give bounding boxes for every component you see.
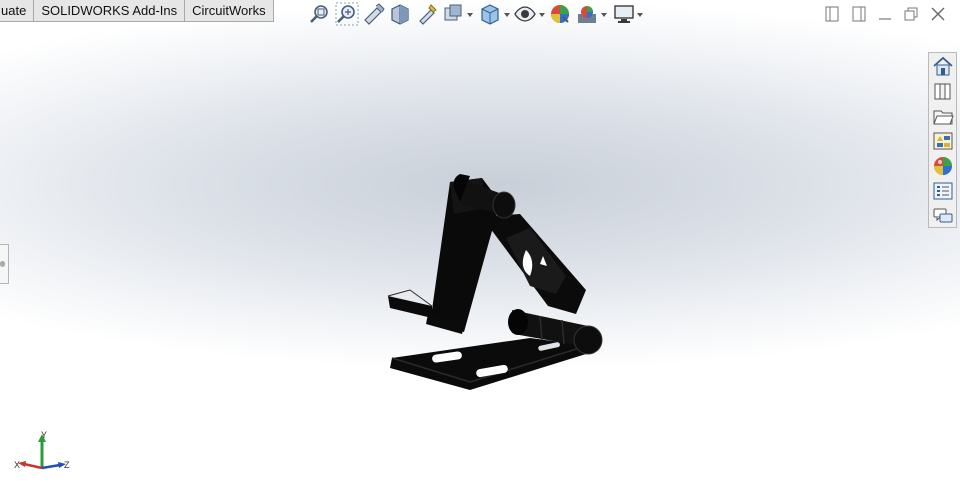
task-pane <box>928 52 957 228</box>
apply-scene-dropdown-icon[interactable] <box>600 11 608 19</box>
solidworks-resources-icon[interactable] <box>931 55 955 77</box>
view-orientation-icon[interactable] <box>441 2 465 28</box>
display-style-dropdown-icon[interactable] <box>503 11 511 19</box>
zoom-to-fit-icon[interactable] <box>308 2 332 28</box>
custom-properties-icon[interactable] <box>931 180 955 202</box>
triad-x-label: X <box>14 460 21 470</box>
feature-manager-collapse-handle[interactable] <box>0 244 9 284</box>
command-manager-tabs: uate SOLIDWORKS Add-Ins CircuitWorks <box>0 0 274 23</box>
view-settings-dropdown-icon[interactable] <box>636 11 644 19</box>
graphics-area[interactable]: uate SOLIDWORKS Add-Ins CircuitWorks Y X… <box>0 0 960 487</box>
close-icon[interactable] <box>929 5 947 23</box>
dynamic-annotation-views-icon[interactable] <box>415 2 439 28</box>
tab-circuitworks[interactable]: CircuitWorks <box>185 0 274 22</box>
view-settings-icon[interactable] <box>612 2 636 28</box>
appearances-scenes-icon[interactable] <box>931 155 955 177</box>
view-palette-icon[interactable] <box>931 130 955 152</box>
file-explorer-icon[interactable] <box>931 105 955 127</box>
hide-show-items-icon[interactable] <box>513 2 537 28</box>
display-style-icon[interactable] <box>478 2 502 28</box>
triad-z-label: Z <box>64 460 70 470</box>
section-view-icon[interactable] <box>388 2 412 28</box>
minimize-icon[interactable] <box>876 5 894 23</box>
split-right-icon[interactable] <box>850 5 868 23</box>
design-library-icon[interactable] <box>931 80 955 102</box>
hide-show-dropdown-icon[interactable] <box>538 11 546 19</box>
triad-y-label: Y <box>41 430 48 440</box>
edit-appearance-icon[interactable] <box>548 2 572 28</box>
zoom-to-area-icon[interactable] <box>335 2 359 28</box>
split-left-icon[interactable] <box>823 5 841 23</box>
tab-evaluate[interactable]: uate <box>0 0 35 22</box>
reference-triad: Y X Z <box>14 430 74 478</box>
apply-scene-icon[interactable] <box>575 2 599 28</box>
tab-solidworks-add-ins[interactable]: SOLIDWORKS Add-Ins <box>34 0 186 22</box>
previous-view-icon[interactable] <box>362 2 386 28</box>
forum-icon[interactable] <box>931 205 955 227</box>
view-orientation-dropdown-icon[interactable] <box>466 11 474 19</box>
phone-stand-model[interactable] <box>380 168 620 398</box>
restore-icon[interactable] <box>902 5 920 23</box>
